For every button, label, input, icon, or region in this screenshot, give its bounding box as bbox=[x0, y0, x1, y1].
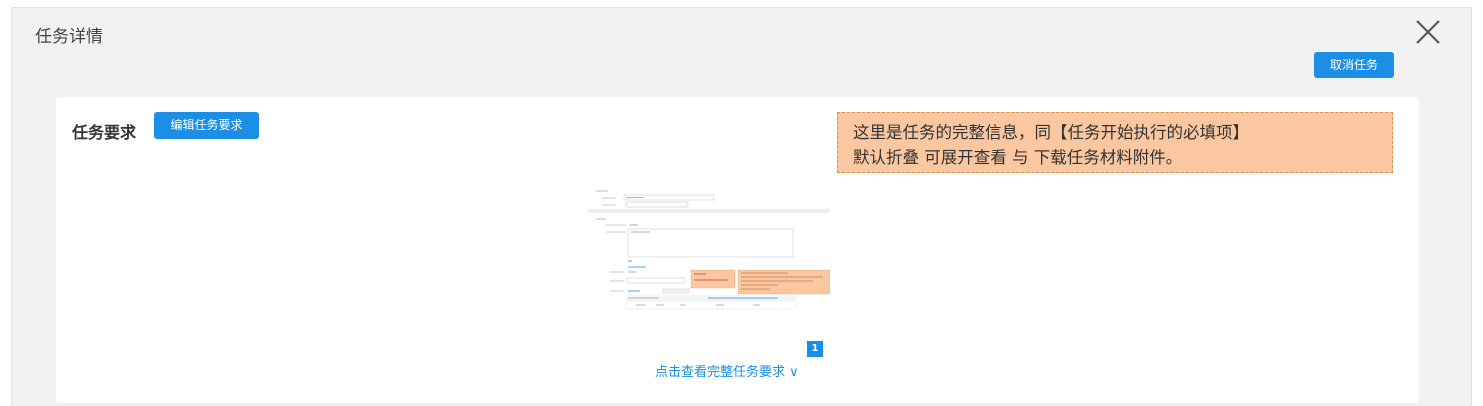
requirements-title: 任务要求 bbox=[72, 123, 137, 142]
page-number-badge[interactable]: 1 bbox=[807, 341, 823, 357]
requirements-preview-thumbnail[interactable] bbox=[588, 185, 830, 313]
close-icon[interactable] bbox=[1414, 18, 1442, 46]
edit-requirements-button[interactable]: 编辑任务要求 bbox=[154, 112, 259, 139]
annotation-line-1: 这里是任务的完整信息，同【任务开始执行的必填项】 bbox=[853, 123, 1249, 142]
task-requirements-card: 任务要求 编辑任务要求 这里是任务的完整信息，同【任务开始执行的必填项】 默认折… bbox=[56, 97, 1419, 403]
annotation-note: 这里是任务的完整信息，同【任务开始执行的必填项】 默认折叠 可展开查看 与 下载… bbox=[837, 112, 1393, 173]
task-detail-dialog: 任务详情 取消任务 任务要求 编辑任务要求 这里是任务的完整信息，同【任务开始执… bbox=[11, 7, 1472, 406]
cancel-task-button[interactable]: 取消任务 bbox=[1314, 52, 1394, 78]
dialog-title: 任务详情 bbox=[35, 27, 103, 47]
annotation-line-2: 默认折叠 可展开查看 与 下载任务材料附件。 bbox=[853, 148, 1183, 167]
view-full-requirements-link[interactable]: 点击查看完整任务要求 ∨ bbox=[655, 361, 799, 380]
